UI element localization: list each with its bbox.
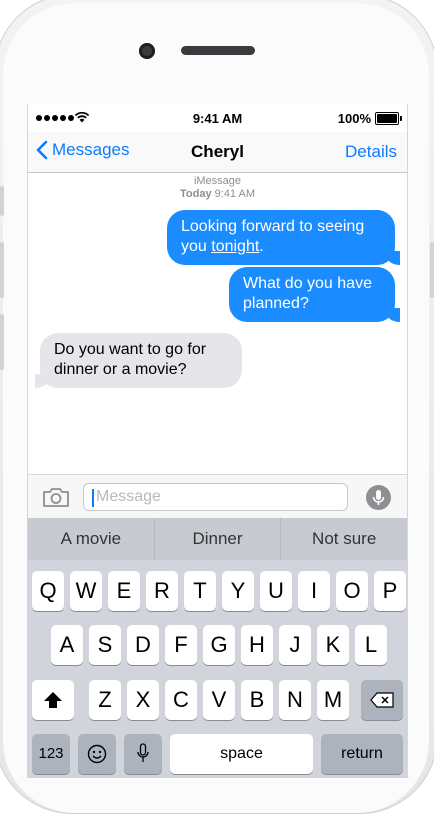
key-k[interactable]: K (317, 625, 349, 665)
mute-switch (0, 186, 4, 216)
volume-up-button (0, 242, 4, 298)
incoming-message-bubble[interactable]: Do you want to go for dinner or a movie? (35, 333, 242, 388)
key-i[interactable]: I (298, 571, 330, 611)
key-t[interactable]: T (184, 571, 216, 611)
key-p[interactable]: P (374, 571, 406, 611)
power-button (430, 242, 434, 298)
key-c[interactable]: C (165, 680, 197, 720)
key-o[interactable]: O (336, 571, 368, 611)
details-button[interactable]: Details (345, 142, 397, 162)
shift-icon (44, 692, 62, 708)
message-text-end: . (259, 238, 264, 255)
key-f[interactable]: F (165, 625, 197, 665)
backspace-icon (370, 692, 394, 708)
key-e[interactable]: E (108, 571, 140, 611)
key-v[interactable]: V (203, 680, 235, 720)
suggestion-a-movie[interactable]: A movie (28, 518, 155, 560)
key-j[interactable]: J (279, 625, 311, 665)
key-y[interactable]: Y (222, 571, 254, 611)
suggestion-dinner[interactable]: Dinner (155, 518, 282, 560)
emoji-key[interactable] (78, 734, 116, 774)
battery-percentage: 100% (337, 111, 371, 126)
key-b[interactable]: B (241, 680, 273, 720)
back-chevron-icon (36, 140, 48, 160)
numbers-key[interactable]: 123 (32, 734, 70, 774)
key-d[interactable]: D (127, 625, 159, 665)
key-m[interactable]: M (317, 680, 349, 720)
key-w[interactable]: W (70, 571, 102, 611)
text-cursor (92, 489, 94, 507)
phone-screen: 9:41 AM 100% Messages Cheryl Details iMe… (27, 104, 408, 778)
key-q[interactable]: Q (32, 571, 64, 611)
backspace-key[interactable] (361, 680, 403, 720)
key-r[interactable]: R (146, 571, 178, 611)
message-timestamp: iMessage Today 9:41 AM (28, 175, 407, 201)
key-l[interactable]: L (355, 625, 387, 665)
key-u[interactable]: U (260, 571, 292, 611)
key-z[interactable]: Z (89, 680, 121, 720)
keyboard: A movie Dinner Not sure QWERTYUIOP ASDFGH… (28, 518, 407, 778)
message-text: Do you want to go for dinner or a movie? (54, 341, 207, 378)
message-composer: Message (28, 474, 407, 519)
timestamp-day: Today (180, 188, 212, 200)
back-button-label: Messages (52, 140, 130, 159)
message-text: What do you have planned? (243, 275, 372, 312)
outgoing-message-bubble[interactable]: What do you have planned? (229, 267, 400, 322)
navigation-bar: Messages Cheryl Details (28, 132, 407, 173)
microphone-icon[interactable] (366, 485, 391, 510)
volume-down-button (0, 314, 4, 370)
key-x[interactable]: X (127, 680, 159, 720)
back-button[interactable]: Messages (36, 140, 129, 160)
key-n[interactable]: N (279, 680, 311, 720)
outgoing-message-bubble[interactable]: Looking forward to seeing you tonight. (167, 210, 400, 265)
emoji-icon (87, 744, 107, 764)
key-g[interactable]: G (203, 625, 235, 665)
dictation-icon (137, 743, 149, 762)
message-input[interactable]: Message (83, 483, 348, 511)
front-camera (139, 43, 155, 59)
key-a[interactable]: A (51, 625, 83, 665)
data-detector-link[interactable]: tonight (211, 238, 259, 255)
timestamp-time: 9:41 AM (214, 188, 255, 200)
message-input-placeholder: Message (96, 488, 161, 505)
space-key[interactable]: space (170, 734, 313, 774)
service-label: iMessage (193, 175, 242, 187)
quicktype-bar: A movie Dinner Not sure (28, 518, 407, 560)
key-s[interactable]: S (89, 625, 121, 665)
camera-icon[interactable] (42, 486, 70, 508)
message-text: Looking forward to seeing you (181, 218, 365, 255)
earpiece-speaker (181, 46, 255, 55)
status-bar: 9:41 AM 100% (28, 104, 407, 132)
return-key[interactable]: return (321, 734, 403, 774)
key-h[interactable]: H (241, 625, 273, 665)
suggestion-not-sure[interactable]: Not sure (281, 518, 407, 560)
shift-key[interactable] (32, 680, 74, 720)
battery-icon (375, 112, 402, 125)
dictation-key[interactable] (124, 734, 162, 774)
